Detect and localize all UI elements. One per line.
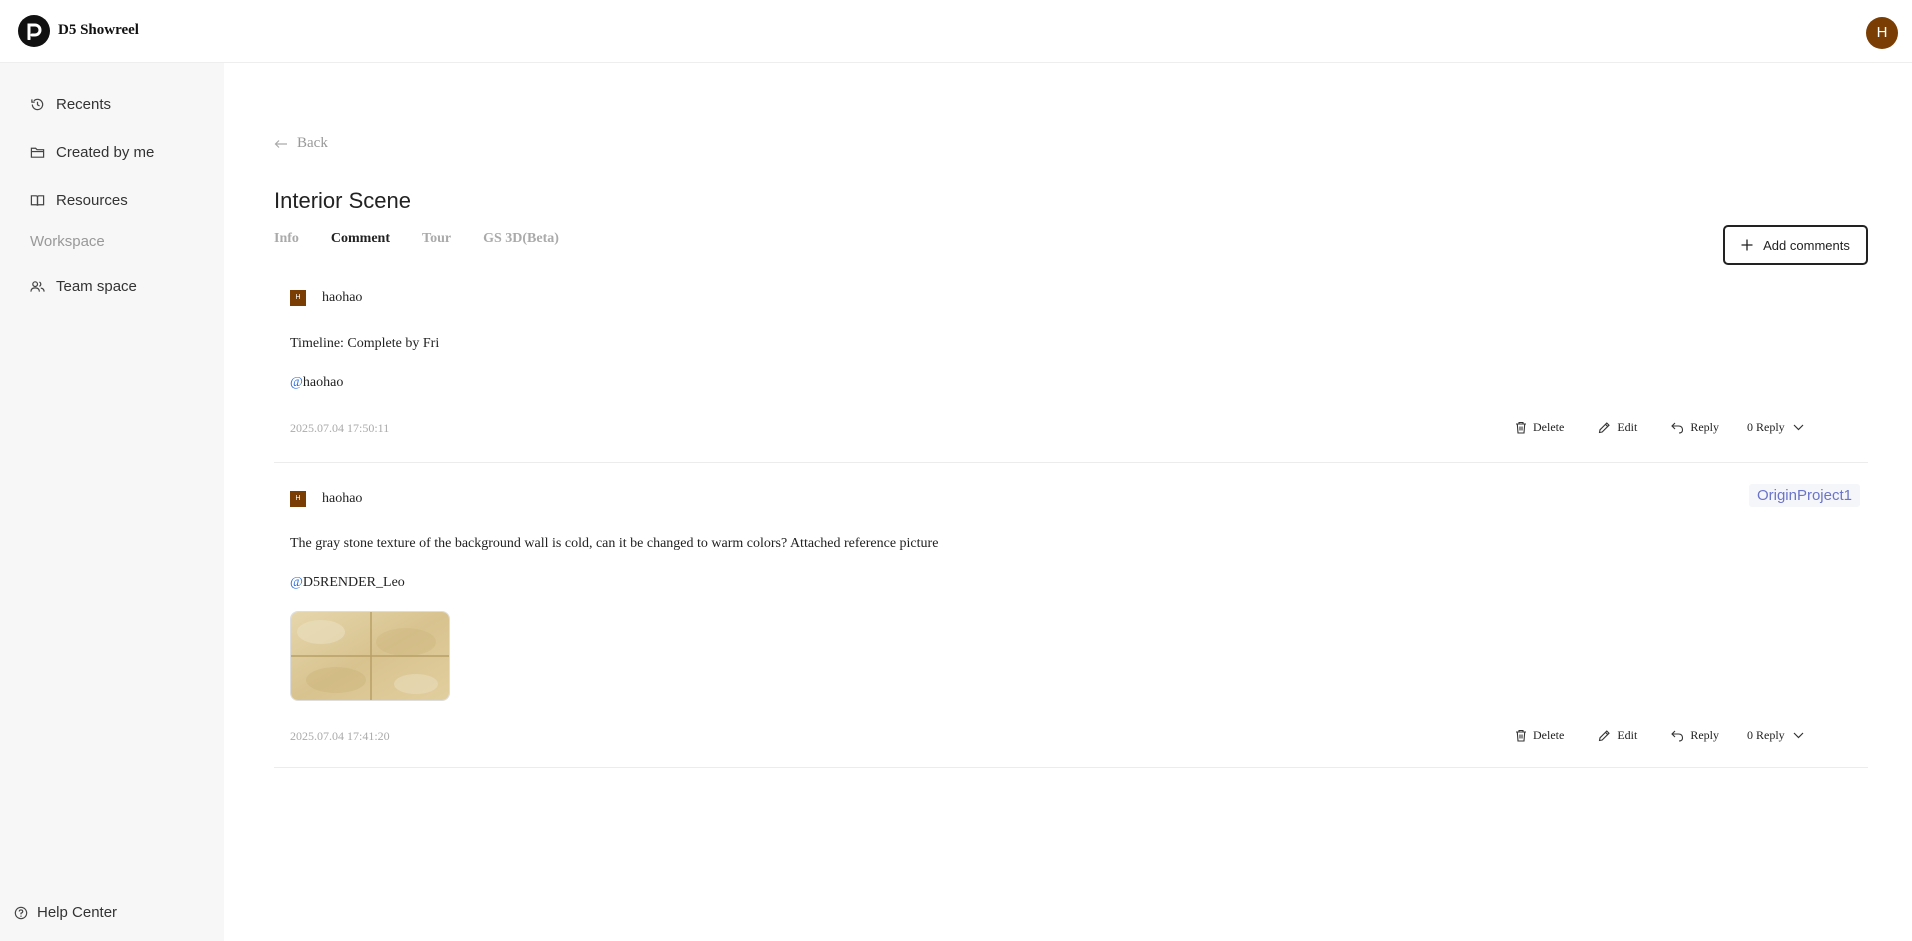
commenter-name: haohao	[322, 290, 363, 305]
sidebar-item-recents[interactable]: Recents	[30, 93, 111, 115]
edit-button[interactable]: Edit	[1598, 728, 1637, 743]
tab-info[interactable]: Info	[274, 231, 299, 247]
history-icon	[31, 98, 44, 110]
reply-button[interactable]: Reply	[1671, 420, 1719, 435]
add-comments-button[interactable]: Add comments	[1723, 225, 1868, 265]
user-avatar[interactable]: H	[1866, 17, 1898, 49]
delete-button[interactable]: Delete	[1515, 420, 1564, 435]
comment-timestamp: 2025.07.04 17:50:11	[290, 421, 390, 435]
folder-icon	[30, 147, 45, 158]
delete-button[interactable]: Delete	[1515, 728, 1564, 743]
tab-comment[interactable]: Comment	[331, 231, 390, 247]
chevron-down-icon	[1793, 732, 1804, 739]
delete-label: Delete	[1533, 728, 1565, 742]
tab-bar: Info Comment Tour GS 3D(Beta)	[274, 231, 591, 247]
commenter-avatar: H	[290, 491, 306, 507]
mention-at-sign: @	[290, 375, 303, 390]
sidebar-item-team-space[interactable]: Team space	[30, 275, 137, 297]
workspace-section-label: Workspace	[30, 233, 105, 250]
page-title: Interior Scene	[274, 188, 411, 213]
back-label: Back	[297, 135, 328, 151]
delete-label: Delete	[1533, 420, 1565, 434]
sidebar-item-created-by-me[interactable]: Created by me	[30, 141, 154, 163]
comment-text: The gray stone texture of the background…	[290, 536, 939, 551]
reply-count-toggle[interactable]: 0 Reply	[1747, 728, 1804, 743]
reply-label: Reply	[1690, 728, 1719, 742]
edit-label: Edit	[1617, 728, 1638, 742]
reply-arrow-icon	[1671, 730, 1684, 742]
mention-name: haohao	[302, 375, 344, 390]
d5-logo-icon[interactable]	[18, 15, 50, 47]
tab-gs-3d-beta[interactable]: GS 3D(Beta)	[483, 231, 559, 247]
app-title: D5 Showreel	[58, 22, 139, 38]
trash-icon	[1516, 729, 1526, 742]
plus-icon	[1741, 239, 1753, 251]
comment-item: H haohao OriginProject1 The gray stone t…	[274, 463, 1868, 768]
add-comments-label: Add comments	[1763, 237, 1850, 253]
comment-mention: @haohao	[290, 375, 343, 391]
origin-project-badge[interactable]: OriginProject1	[1748, 484, 1860, 507]
top-bar: D5 Showreel H	[0, 0, 1912, 63]
comment-actions: Delete Edit Reply 0 Reply	[1515, 728, 1804, 743]
reply-count-label: 0 Reply	[1746, 420, 1785, 434]
mention-name: D5RENDER_Leo	[302, 575, 405, 590]
commenter-avatar: H	[290, 290, 306, 306]
comment-timestamp: 2025.07.04 17:41:20	[290, 729, 390, 743]
reference-image-thumbnail[interactable]	[290, 611, 450, 701]
commenter-name: haohao	[322, 491, 363, 506]
edit-button[interactable]: Edit	[1598, 420, 1637, 435]
mention-at-sign: @	[290, 575, 303, 590]
reply-arrow-icon	[1671, 422, 1684, 434]
reply-count-toggle[interactable]: 0 Reply	[1747, 420, 1804, 435]
help-icon	[14, 906, 28, 919]
team-icon	[30, 280, 45, 292]
help-center-link[interactable]: Help Center	[14, 904, 117, 921]
comment-actions: Delete Edit Reply 0 Reply	[1515, 420, 1804, 435]
edit-label: Edit	[1617, 420, 1638, 434]
trash-icon	[1516, 421, 1526, 434]
chevron-down-icon	[1793, 424, 1804, 431]
pencil-icon	[1599, 730, 1611, 742]
comment-mention: @D5RENDER_Leo	[290, 575, 405, 591]
sidebar-item-label: Created by me	[56, 143, 155, 161]
comment-item: H haohao Timeline: Complete by Fri @haoh…	[274, 278, 1868, 463]
book-icon	[30, 194, 45, 206]
reply-count-label: 0 Reply	[1746, 728, 1785, 742]
sidebar-item-label: Resources	[56, 191, 128, 209]
sidebar-item-label: Team space	[56, 277, 137, 295]
sidebar-item-resources[interactable]: Resources	[30, 189, 128, 211]
comment-text: Timeline: Complete by Fri	[290, 336, 440, 351]
reply-label: Reply	[1690, 420, 1719, 434]
pencil-icon	[1599, 422, 1611, 434]
sidebar: Recents Created by me Resources Workspac…	[0, 63, 224, 941]
help-center-label: Help Center	[37, 904, 118, 921]
sidebar-item-label: Recents	[56, 95, 112, 113]
back-button[interactable]: Back	[274, 135, 328, 152]
tab-tour[interactable]: Tour	[422, 231, 451, 247]
arrow-left-icon	[274, 139, 287, 148]
reply-button[interactable]: Reply	[1671, 728, 1719, 743]
